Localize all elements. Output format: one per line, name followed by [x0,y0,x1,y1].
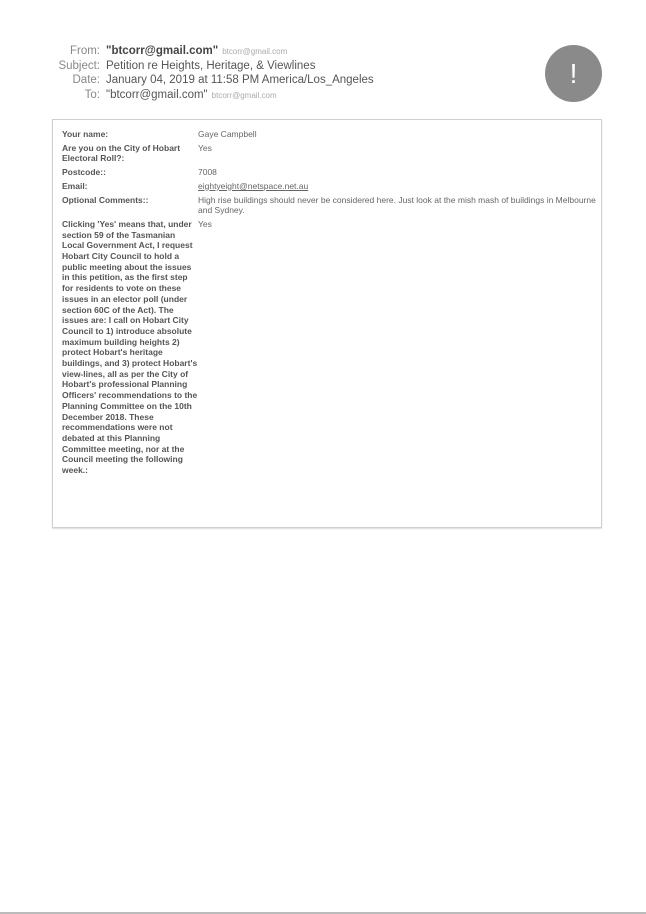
field-label: Your name: [62,129,109,139]
form-submission-box: Your name: Gaye Campbell Are you on the … [52,119,602,528]
email-link[interactable]: eightyeight@netspace.net.au [198,181,308,191]
date-label: Date: [72,74,101,86]
field-label: Clicking 'Yes' means that, under section… [62,218,198,476]
date-value: January 04, 2019 at 11:58 PM America/Los… [106,74,374,86]
subject-row: Subject: Petition re Heights, Heritage, … [0,60,520,75]
to-row: To: "btcorr@gmail.com" btcorr@gmail.com [0,89,520,104]
date-row: Date: January 04, 2019 at 11:58 PM Ameri… [0,74,520,89]
from-email: btcorr@gmail.com [222,47,288,56]
table-row: Postcode:: 7008 [62,167,596,181]
subject-label: Subject: [58,59,100,72]
field-value: Yes [198,142,212,153]
subject-value: Petition re Heights, Heritage, & Viewlin… [106,59,316,72]
to-name: "btcorr@gmail.com" [106,88,208,101]
field-value: Yes [198,218,212,229]
from-row: From: "btcorr@gmail.com" btcorr@gmail.com [0,45,520,60]
field-label: Are you on the City of Hobart Electoral … [62,142,181,164]
field-value: Gaye Campbell [198,129,257,139]
field-label: Email: [62,180,88,191]
from-label: From: [69,45,100,57]
table-row: Clicking 'Yes' means that, under section… [62,219,596,479]
field-label: Optional Comments:: [62,194,149,205]
to-label: To: [84,88,100,101]
exclamation-icon: ! [545,45,602,102]
table-row: Email: eightyeight@netspace.net.au [62,181,596,195]
field-value: High rise buildings should never be cons… [198,194,596,216]
table-row: Your name: Gaye Campbell [62,129,596,143]
to-email: btcorr@gmail.com [211,90,277,100]
field-value: 7008 [198,167,217,178]
form-table: Your name: Gaye Campbell Are you on the … [62,129,596,479]
table-row: Are you on the City of Hobart Electoral … [62,143,596,167]
table-row: Optional Comments:: High rise buildings … [62,195,596,219]
email-header: From: "btcorr@gmail.com" btcorr@gmail.com… [0,45,520,103]
from-name: "btcorr@gmail.com" [106,45,219,57]
field-label: Postcode:: [62,167,106,178]
